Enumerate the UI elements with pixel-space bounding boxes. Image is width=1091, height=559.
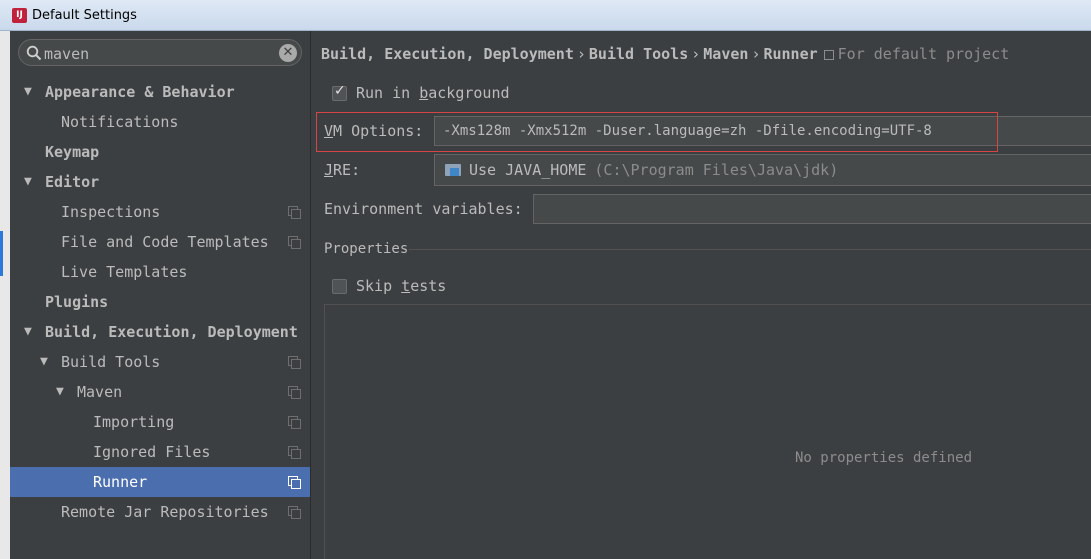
jre-select[interactable]: Use JAVA_HOME (C:\Program Files\Java\jdk…	[434, 154, 1091, 186]
tree-item-keymap[interactable]: Keymap	[10, 137, 310, 167]
run-in-background-checkbox[interactable]	[332, 83, 347, 101]
breadcrumb-separator: ›	[691, 45, 701, 63]
tree-item-label: Build, Execution, Deployment	[45, 323, 298, 341]
settings-tree: ▼ Appearance & Behavior Notifications Keyma…	[10, 77, 310, 527]
settings-sidebar: maven ✕ ▼ Appearance & Behavior Notificati…	[10, 31, 310, 559]
tree-item-build-execution-deployment[interactable]: ▼ Build, Execution, Deployment	[10, 317, 310, 347]
expand-arrow-icon[interactable]: ▼	[40, 354, 48, 369]
properties-section-title: Properties	[324, 241, 409, 257]
java-folder-icon	[445, 164, 461, 176]
background-window-edge	[0, 31, 10, 559]
skip-tests-option[interactable]: Skip tests	[332, 277, 446, 295]
breadcrumb-separator: ›	[751, 45, 761, 63]
breadcrumb-item-runner: Runner	[763, 45, 818, 63]
tree-item-label: Importing	[93, 413, 175, 431]
run-in-background-label: Run in background	[356, 84, 510, 102]
project-settings-icon	[288, 356, 301, 369]
tree-item-build-tools[interactable]: ▼ Build Tools	[10, 347, 310, 377]
tree-item-label: Notifications	[61, 113, 179, 131]
properties-table[interactable]	[324, 304, 1091, 559]
env-vars-label: Environment variables:	[324, 200, 523, 218]
jre-label: JRE:	[324, 161, 361, 179]
properties-empty-text: No properties defined	[795, 450, 973, 466]
search-input[interactable]: maven	[44, 45, 89, 63]
tree-item-label: Remote Jar Repositories	[61, 503, 269, 521]
tree-item-runner[interactable]: Runner	[10, 467, 310, 497]
project-settings-icon	[288, 236, 301, 249]
tree-item-ignored-files[interactable]: Ignored Files	[10, 437, 310, 467]
project-settings-icon	[288, 386, 301, 399]
intellij-icon: IJ	[12, 7, 27, 23]
project-settings-icon	[288, 506, 301, 519]
vm-options-label: VM Options:	[324, 122, 424, 140]
project-settings-icon	[288, 476, 301, 489]
breadcrumb-separator: ›	[576, 45, 586, 63]
project-settings-icon	[288, 416, 301, 429]
project-scope-icon	[823, 50, 834, 60]
window-title-bar: IJ Default Settings	[0, 0, 1091, 31]
expand-arrow-icon[interactable]: ▼	[24, 174, 32, 189]
expand-arrow-icon[interactable]: ▼	[24, 84, 32, 99]
tree-item-maven[interactable]: ▼ Maven	[10, 377, 310, 407]
tree-item-label: Live Templates	[61, 263, 188, 281]
tree-item-editor[interactable]: ▼ Editor	[10, 167, 310, 197]
tree-item-inspections[interactable]: Inspections	[10, 197, 310, 227]
tree-item-label: Editor	[45, 173, 100, 191]
vm-options-field[interactable]: -Xms128m -Xmx512m -Duser.language=zh -Df…	[434, 116, 1091, 146]
expand-arrow-icon[interactable]: ▼	[56, 384, 64, 399]
tree-item-label: Ignored Files	[93, 443, 211, 461]
tree-item-label: Plugins	[45, 293, 109, 311]
tree-item-appearance-behavior[interactable]: ▼ Appearance & Behavior	[10, 77, 310, 107]
run-in-background-option[interactable]: Run in background	[332, 83, 510, 102]
clear-search-icon[interactable]: ✕	[279, 44, 297, 62]
tree-item-label: Maven	[77, 383, 123, 401]
env-vars-field[interactable]	[533, 194, 1091, 224]
project-settings-icon	[288, 206, 301, 219]
tree-item-plugins[interactable]: Plugins	[10, 287, 310, 317]
jre-value: Use JAVA_HOME	[469, 161, 587, 179]
properties-separator	[409, 249, 1091, 250]
tree-item-label: Build Tools	[61, 353, 161, 371]
tree-item-notifications[interactable]: Notifications	[10, 107, 310, 137]
breadcrumb: Build, Execution, Deployment › Build Tools…	[321, 45, 1009, 63]
tree-item-label: File and Code Templates	[61, 233, 269, 251]
skip-tests-label: Skip tests	[356, 277, 447, 295]
jre-path: (C:\Program Files\Java\jdk)	[594, 161, 839, 179]
vm-options-value: -Xms128m -Xmx512m -Duser.language=zh -Df…	[443, 123, 932, 139]
tree-item-label: Inspections	[61, 203, 161, 221]
tree-item-label: Keymap	[45, 143, 100, 161]
tree-item-label: Runner	[93, 473, 148, 491]
breadcrumb-item-build-execution-deployment: Build, Execution, Deployment	[321, 45, 574, 63]
search-icon	[26, 45, 42, 61]
expand-arrow-icon[interactable]: ▼	[24, 324, 32, 339]
tree-item-label: Appearance & Behavior	[45, 83, 235, 101]
scope-note: For default project	[837, 45, 1010, 63]
breadcrumb-item-maven: Maven	[703, 45, 749, 63]
settings-search[interactable]: maven ✕	[18, 39, 302, 66]
project-settings-icon	[288, 446, 301, 459]
tree-item-live-templates[interactable]: Live Templates	[10, 257, 310, 287]
window-title: Default Settings	[32, 7, 137, 23]
tree-item-file-code-templates[interactable]: File and Code Templates	[10, 227, 310, 257]
tree-item-remote-jar-repositories[interactable]: Remote Jar Repositories	[10, 497, 310, 527]
breadcrumb-item-build-tools: Build Tools	[588, 45, 689, 63]
skip-tests-checkbox[interactable]	[332, 278, 347, 294]
tree-item-importing[interactable]: Importing	[10, 407, 310, 437]
runner-settings-panel: Build, Execution, Deployment › Build Tools…	[311, 31, 1091, 559]
